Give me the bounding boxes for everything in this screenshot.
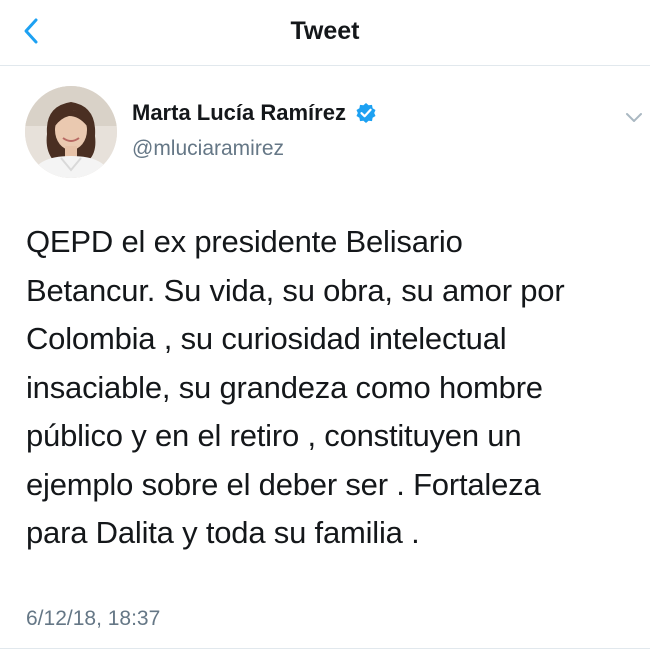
author-name[interactable]: Marta Lucía Ramírez (132, 100, 346, 126)
tweet-text-line: insaciable, su grandeza como hombre (26, 369, 543, 405)
tweet-text-line: para Dalita y toda su familia . (26, 515, 420, 550)
avatar-image (25, 86, 117, 178)
avatar[interactable] (25, 86, 117, 178)
verified-badge-icon (356, 103, 376, 123)
tweet-text-line: público y en el retiro , constituyen un (26, 418, 522, 453)
tweet-timestamp: 6/12/18, 18:37 (26, 607, 161, 630)
tweet-header: Marta Lucía Ramírez @mluciaramirez (0, 66, 650, 186)
page-title: Tweet (290, 17, 360, 45)
tweet-text: QEPD el ex presidente Belisario Betancur… (26, 218, 626, 558)
divider (0, 648, 650, 649)
tweet-text-line: QEPD el ex presidente Belisario (26, 224, 463, 259)
chevron-down-icon (626, 113, 642, 122)
tweet-text-line: ejemplo sobre el deber ser . Fortaleza (26, 466, 541, 502)
navigation-bar: Tweet (0, 0, 650, 66)
tweet-options-button[interactable] (624, 110, 644, 124)
author-handle[interactable]: @mluciaramirez (132, 136, 284, 162)
author-name-row: Marta Lucía Ramírez (132, 100, 377, 126)
tweet-text-line: Colombia , su curiosidad intelectual (26, 321, 507, 356)
tweet-text-line: Betancur. Su vida, su obra, su amor por (26, 272, 565, 308)
